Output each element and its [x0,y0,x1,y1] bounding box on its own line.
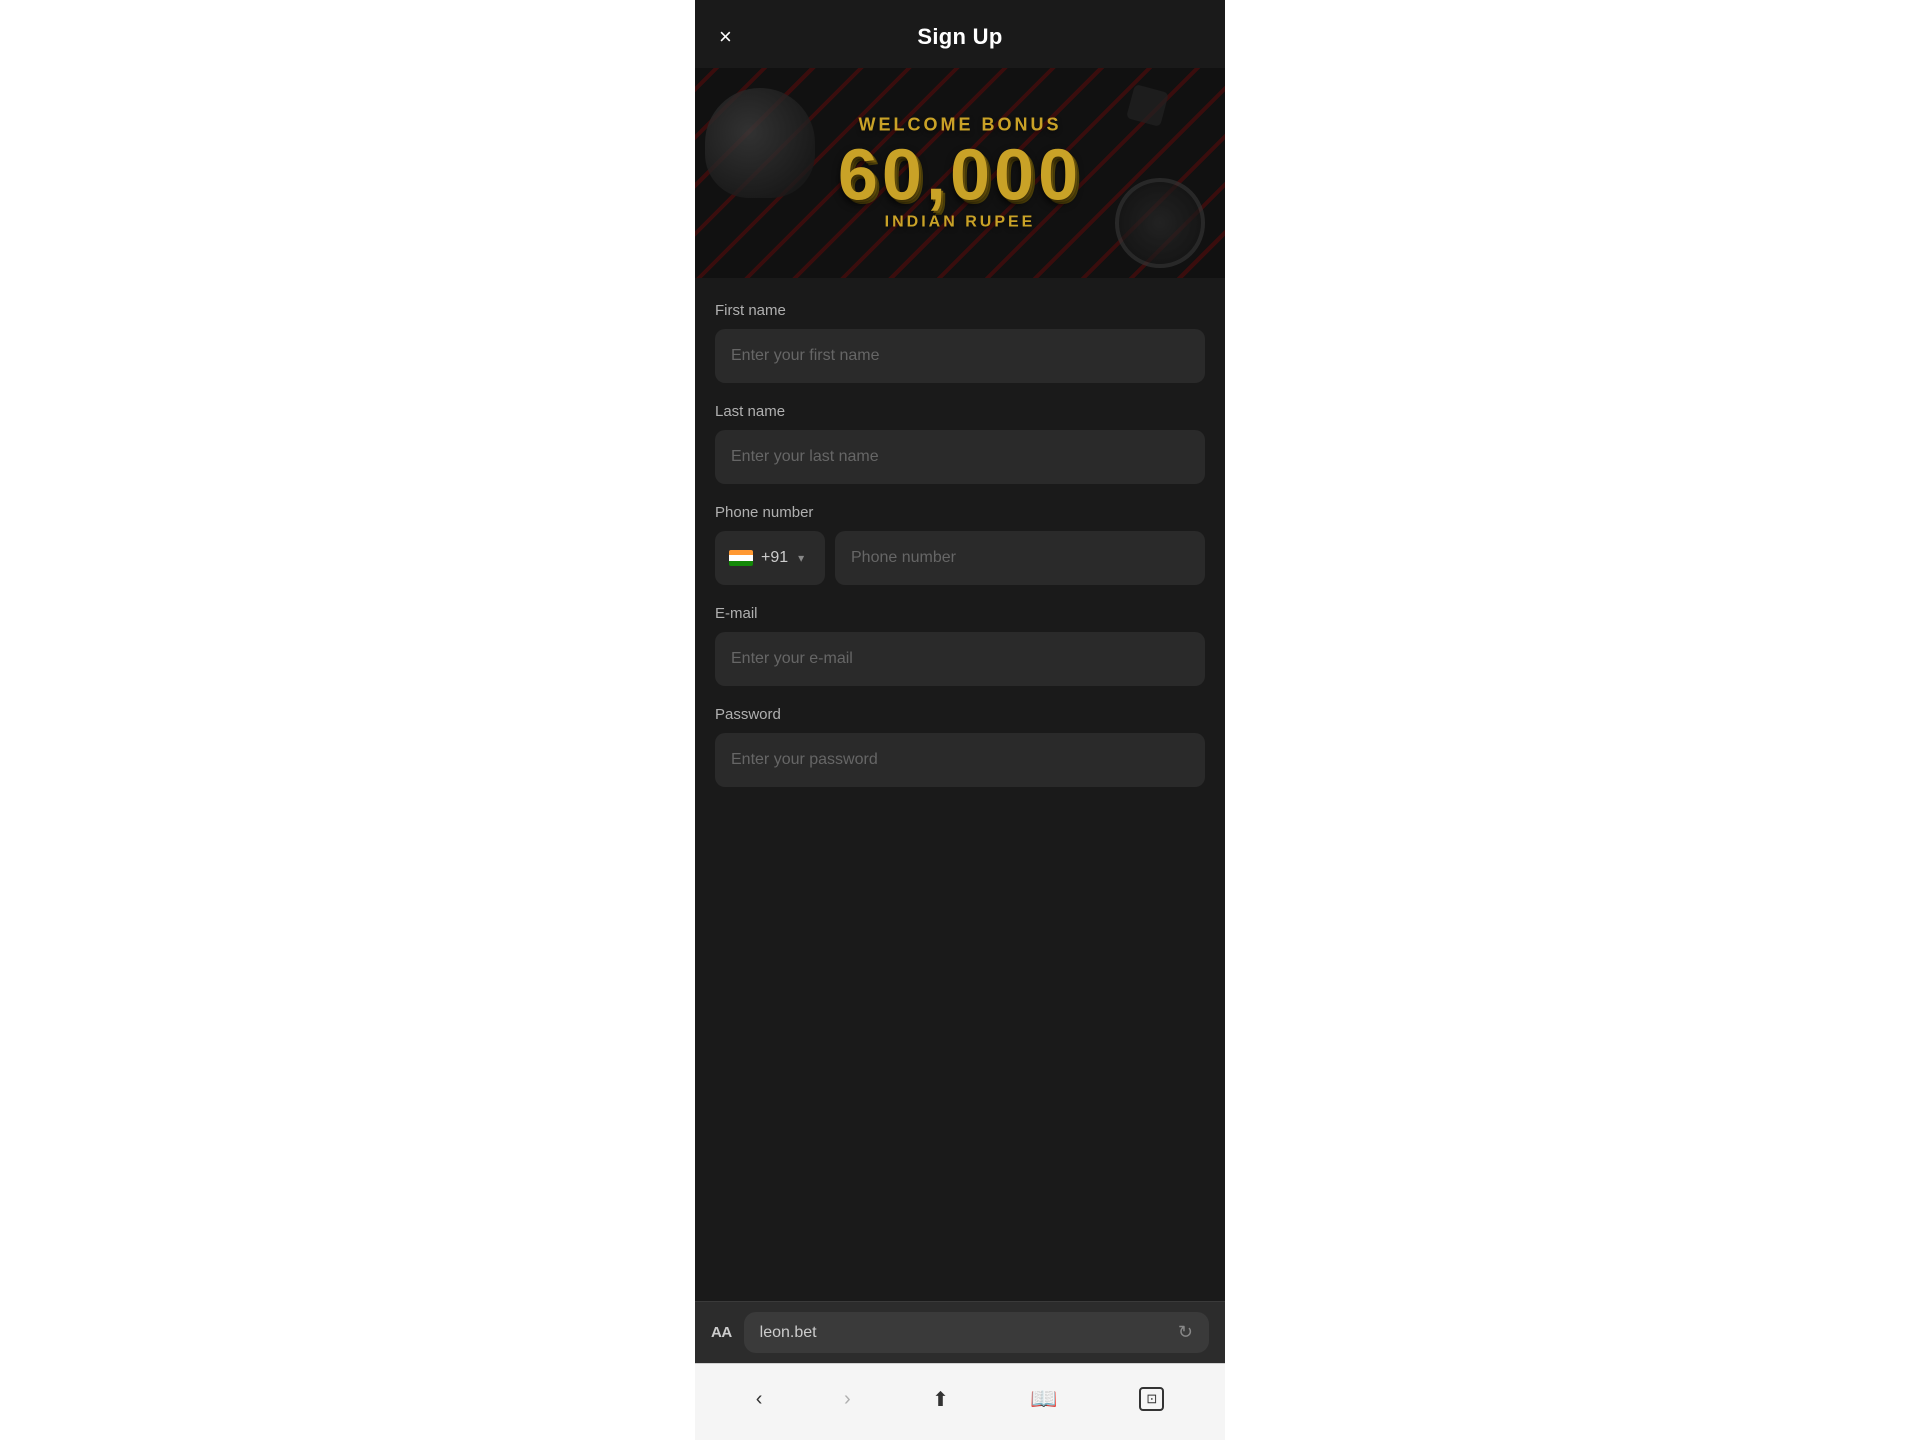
currency-text: INDIAN RUPEE [838,214,1082,232]
close-button[interactable]: × [715,22,736,52]
browser-aa-label[interactable]: AA [711,1324,732,1341]
password-group: Password [715,706,1205,787]
email-label: E-mail [715,605,1205,622]
bookmarks-button[interactable]: 📖 [1014,1378,1073,1420]
last-name-label: Last name [715,403,1205,420]
email-group: E-mail [715,605,1205,686]
modal-header: × Sign Up [695,0,1225,68]
dice-decoration [1126,84,1169,127]
browser-bar: AA leon.bet ↻ [695,1301,1225,1363]
tabs-button[interactable]: ⊡ [1123,1379,1180,1419]
tabs-icon: ⊡ [1139,1387,1164,1411]
browser-url-container[interactable]: leon.bet ↻ [744,1312,1209,1353]
back-button[interactable]: ‹ [740,1380,779,1419]
chevron-down-icon: ▾ [798,551,804,565]
last-name-group: Last name [715,403,1205,484]
reload-icon[interactable]: ↻ [1178,1322,1193,1343]
nav-bar: ‹ › ⬆ 📖 ⊡ [695,1363,1225,1440]
last-name-input[interactable] [715,430,1205,484]
bonus-amount: 60,000 [838,140,1082,212]
phone-label: Phone number [715,504,1205,521]
password-input[interactable] [715,733,1205,787]
country-selector[interactable]: +91 ▾ [715,531,825,585]
email-input[interactable] [715,632,1205,686]
roulette-decoration [1115,178,1205,268]
phone-row: +91 ▾ [715,531,1205,585]
share-button[interactable]: ⬆ [916,1379,965,1420]
india-flag-icon [729,550,753,566]
share-icon: ⬆ [932,1387,949,1412]
first-name-group: First name [715,302,1205,383]
phone-group: Phone number +91 ▾ [715,504,1205,585]
browser-url-text: leon.bet [760,1324,817,1342]
country-code: +91 [761,549,788,567]
first-name-input[interactable] [715,329,1205,383]
helmet-decoration [705,88,815,198]
bookmarks-icon: 📖 [1030,1386,1057,1412]
modal-title: Sign Up [917,24,1002,50]
signup-form: First name Last name Phone number [695,278,1225,1301]
welcome-bonus-text: WELCOME BONUS [838,115,1082,136]
forward-button[interactable]: › [828,1380,867,1419]
first-name-label: First name [715,302,1205,319]
welcome-bonus-banner: WELCOME BONUS 60,000 INDIAN RUPEE [695,68,1225,278]
password-label: Password [715,706,1205,723]
phone-input[interactable] [835,531,1205,585]
